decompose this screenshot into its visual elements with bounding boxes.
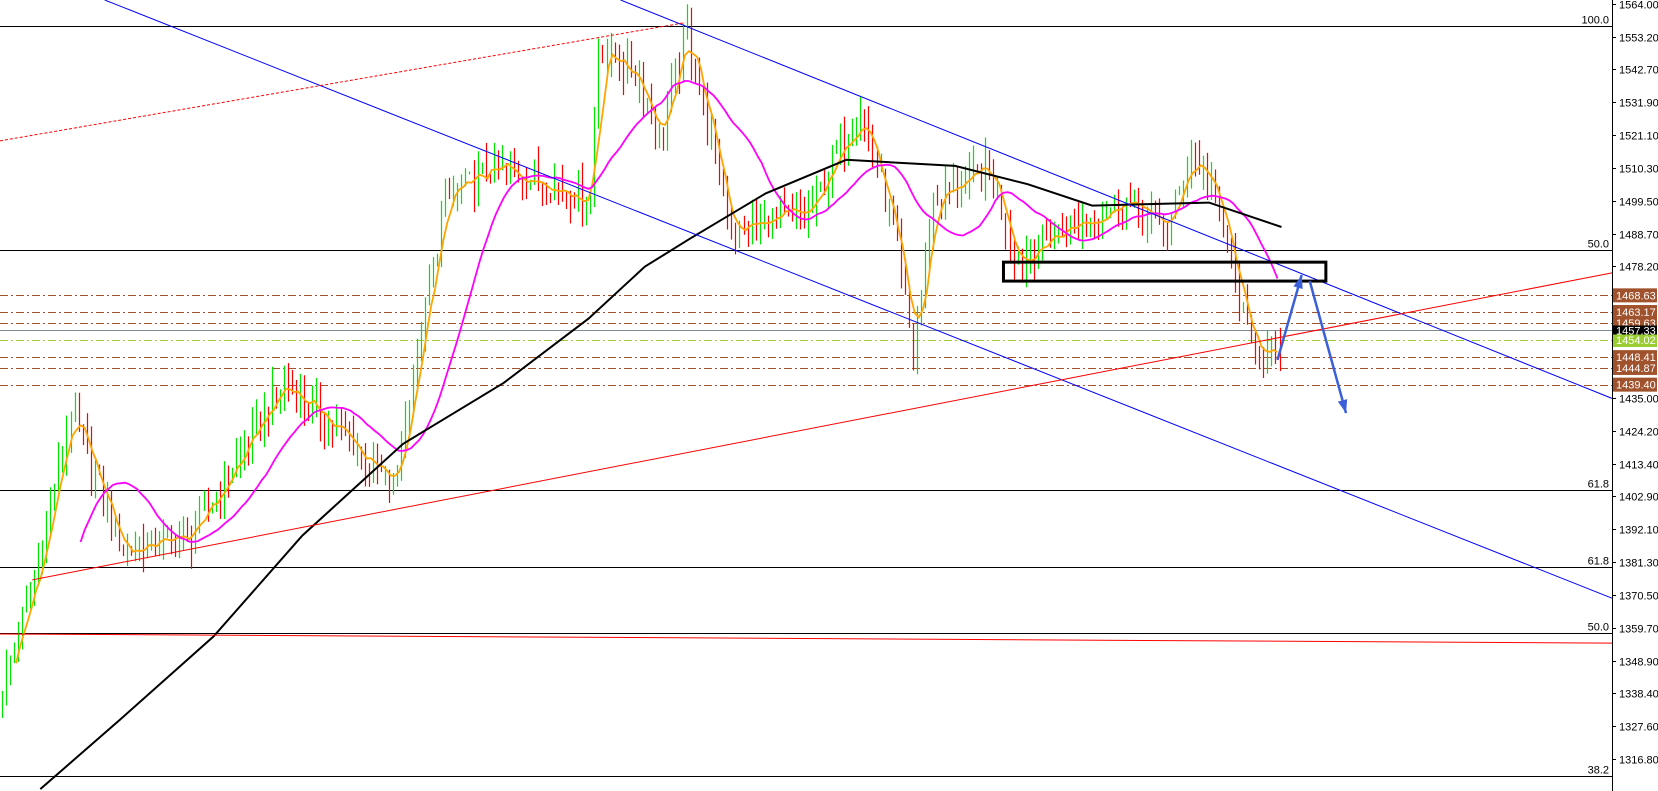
bid-price-label: 1457.33	[1616, 326, 1656, 338]
price-axis-label: 1542.70	[1619, 65, 1658, 77]
fibonacci-levels: 100.0 50.0 61.8 61.8 50.0 38.2	[0, 15, 1612, 777]
price-axis-label: 1359.70	[1619, 624, 1658, 636]
drawings	[1001, 260, 1348, 414]
price-axis-label: 1413.40	[1619, 460, 1658, 472]
price-axis-label: 1392.10	[1619, 525, 1658, 537]
price-axis-label: 1531.90	[1619, 98, 1658, 110]
trend-lines	[0, 0, 1613, 644]
price-axis-label: 1510.30	[1619, 164, 1658, 176]
red-dotted-trend-line	[0, 22, 686, 142]
price-axis-label: 1424.20	[1619, 427, 1658, 439]
price-axis-label: 1553.20	[1619, 33, 1658, 45]
price-axis-label: 1381.30	[1619, 558, 1658, 570]
price-axis-label: 1348.90	[1619, 657, 1658, 669]
moving-averages	[15, 49, 1282, 790]
channel-upper-line	[620, 0, 1613, 399]
arrow-up-shaft	[1276, 274, 1303, 361]
moving-average-long	[39, 158, 1282, 790]
red-rising-trend-line	[32, 272, 1613, 581]
price-axis-label: 1521.10	[1619, 131, 1658, 143]
price-level-label: 1444.87	[1616, 363, 1656, 375]
price-level-label: 1439.40	[1616, 380, 1656, 392]
fib-level-label: 61.8	[1588, 556, 1609, 568]
price-axis-label: 1327.60	[1619, 722, 1658, 734]
red-flat-line-line	[0, 633, 1613, 644]
fib-level-label: 50.0	[1588, 239, 1609, 251]
price-bars	[1, 4, 1282, 718]
moving-average-slow	[79, 79, 1279, 543]
price-levels	[0, 295, 1612, 386]
price-axis-label: 1370.50	[1619, 591, 1658, 603]
arrow-down-shaft	[1308, 280, 1348, 414]
arrow-down-head	[1337, 399, 1348, 414]
price-axis-label: 1564.00	[1619, 0, 1658, 12]
chart-window: 100.0 50.0 61.8 61.8 50.0 38.2 1564.00 1553.20…	[0, 0, 1658, 791]
price-chart[interactable]: 100.0 50.0 61.8 61.8 50.0 38.2 1564.00 1553.20…	[0, 0, 1658, 791]
price-level-label: 1468.63	[1616, 290, 1656, 302]
fib-level-label: 50.0	[1588, 622, 1609, 634]
price-axis-label: 1402.90	[1619, 492, 1658, 504]
price-axis-label: 1338.40	[1619, 689, 1658, 701]
price-axis-label: 1499.50	[1619, 197, 1658, 209]
price-axis-label: 1478.20	[1619, 262, 1658, 274]
fib-level-label: 38.2	[1588, 765, 1609, 777]
price-axis-label: 1488.70	[1619, 230, 1658, 242]
price-axis-label: 1435.00	[1619, 394, 1658, 406]
fib-level-label: 61.8	[1588, 479, 1609, 491]
price-axis-label: 1316.80	[1619, 755, 1658, 767]
fib-level-label: 100.0	[1581, 15, 1609, 27]
